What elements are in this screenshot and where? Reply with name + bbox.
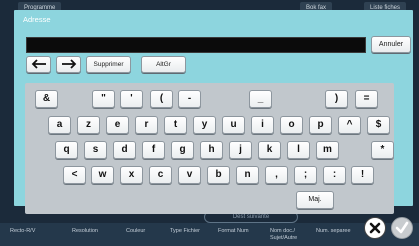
footer-col-color: Couleur [126, 228, 146, 234]
key[interactable]: y [193, 116, 216, 134]
cancel-button[interactable]: Annuler [371, 36, 411, 53]
key[interactable]: ( [150, 90, 173, 108]
key[interactable]: $ [367, 116, 390, 134]
footer-col-resolution: Resolution [72, 228, 98, 234]
key[interactable]: ; [294, 166, 317, 184]
footer-col-scanformat: Format Num [218, 228, 249, 234]
key[interactable]: m [316, 141, 339, 159]
key[interactable]: x [120, 166, 143, 184]
key[interactable]: h [200, 141, 223, 159]
key[interactable]: < [63, 166, 86, 184]
delete-button[interactable]: Supprimer [86, 56, 131, 73]
key[interactable]: , [265, 166, 288, 184]
key[interactable]: t [164, 116, 187, 134]
key[interactable]: ^ [338, 116, 361, 134]
cursor-right-button[interactable] [56, 56, 81, 73]
footer-col-docname: Nom doc./ Sujet/Autre [270, 228, 298, 241]
key[interactable]: u [222, 116, 245, 134]
altgr-button[interactable]: AltGr [141, 56, 186, 73]
key[interactable]: ' [120, 90, 143, 108]
key[interactable]: : [323, 166, 346, 184]
key[interactable]: " [92, 90, 115, 108]
footer-col-separate: Num. separee [316, 228, 351, 234]
key[interactable]: ! [351, 166, 374, 184]
key[interactable]: * [371, 141, 394, 159]
key[interactable]: j [229, 141, 252, 159]
key[interactable]: e [106, 116, 129, 134]
key[interactable]: g [171, 141, 194, 159]
key[interactable]: o [280, 116, 303, 134]
key[interactable]: w [91, 166, 114, 184]
key[interactable]: q [55, 141, 78, 159]
key[interactable]: b [207, 166, 230, 184]
key[interactable]: ) [325, 90, 348, 108]
key[interactable]: c [149, 166, 172, 184]
key[interactable]: i [251, 116, 274, 134]
check-icon [395, 221, 409, 234]
close-button[interactable] [364, 217, 386, 239]
key[interactable]: - [178, 90, 201, 108]
dialog-title: Adresse [23, 15, 51, 24]
virtual-keyboard: & " ' ( - _ ) = a z e r t y u i o p ^ $ … [25, 83, 394, 214]
key[interactable]: k [258, 141, 281, 159]
key[interactable]: p [309, 116, 332, 134]
shift-key[interactable]: Maj. [296, 191, 334, 209]
key[interactable]: d [113, 141, 136, 159]
key[interactable]: r [135, 116, 158, 134]
footer-col-filetype: Type Fichier [170, 228, 200, 234]
key[interactable]: l [287, 141, 310, 159]
key[interactable]: = [355, 90, 378, 108]
key[interactable]: a [48, 116, 71, 134]
key[interactable]: z [77, 116, 100, 134]
footer-col-duplex: Recto-R/V [10, 228, 36, 234]
close-icon [369, 222, 381, 234]
footer-bar [0, 223, 419, 246]
key[interactable]: f [142, 141, 165, 159]
address-dialog: Adresse Annuler Supprimer AltGr & " ' ( … [14, 10, 413, 214]
ok-button[interactable] [391, 217, 413, 239]
cursor-left-button[interactable] [26, 56, 51, 73]
key[interactable]: n [236, 166, 259, 184]
key[interactable]: _ [249, 90, 272, 108]
arrow-right-icon [61, 59, 76, 69]
key[interactable]: & [35, 90, 58, 108]
arrow-left-icon [31, 59, 46, 69]
key[interactable]: s [84, 141, 107, 159]
key[interactable]: v [178, 166, 201, 184]
address-input[interactable] [26, 37, 366, 53]
